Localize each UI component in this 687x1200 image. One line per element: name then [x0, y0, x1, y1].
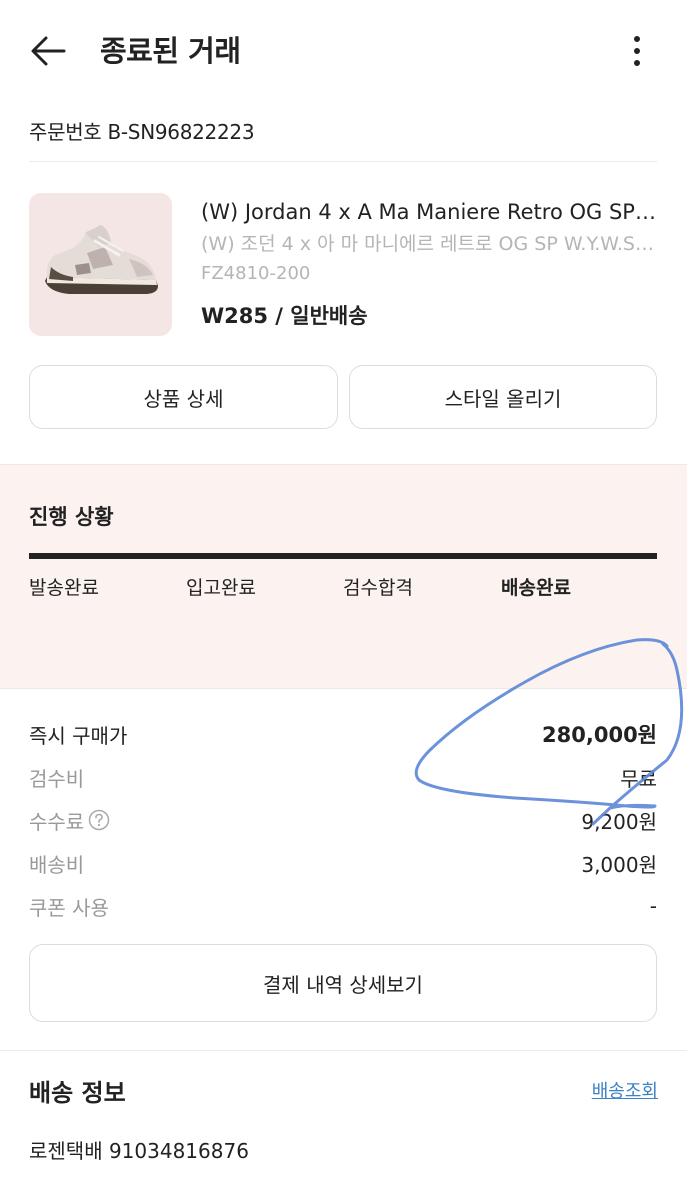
product-name-korean: (W) 조던 4 x 아 마 마니에르 레트로 OG SP W.Y.W.S 바이… [201, 233, 657, 255]
top-app-bar: 종료된 거래 [0, 0, 687, 104]
order-number-row: 주문번호 B-SN96822223 [29, 116, 657, 162]
progress-section: 진행 상황 발송완료 입고완료 검수합격 배송완료 [0, 464, 687, 689]
courier-tracking-number: 로젠택배 91034816876 [29, 1139, 249, 1163]
coupon-row: 쿠폰 사용 - [29, 889, 657, 923]
step-delivered: 배송완료 [501, 577, 571, 599]
instant-price-value: 280,000원 [542, 723, 657, 747]
payment-detail-button[interactable]: 결제 내역 상세보기 [29, 944, 657, 1022]
order-number: 주문번호 B-SN96822223 [29, 120, 255, 144]
shipping-fee-label: 배송비 [29, 852, 85, 877]
service-fee-row: 수수료 9,200원 [29, 803, 657, 837]
more-options-icon[interactable] [618, 30, 656, 72]
progress-bar [29, 553, 657, 559]
product-detail-button[interactable]: 상품 상세 [29, 365, 338, 429]
product-image[interactable] [29, 193, 172, 336]
inspection-fee-label: 검수비 [29, 766, 85, 791]
tracking-link[interactable]: 배송조회 [592, 1078, 658, 1106]
shipping-info-title: 배송 정보 [29, 1079, 126, 1107]
shipping-fee-value: 3,000원 [581, 852, 657, 877]
service-fee-label-wrap: 수수료 [29, 806, 110, 835]
coupon-value: - [649, 894, 657, 918]
coupon-label: 쿠폰 사용 [29, 895, 109, 920]
back-arrow-icon[interactable] [28, 30, 70, 72]
product-name: (W) Jordan 4 x A Ma Maniere Retro OG SP … [201, 200, 657, 224]
inspection-fee-value: 무료 [620, 766, 657, 791]
post-style-button[interactable]: 스타일 올리기 [349, 365, 657, 429]
progress-title: 진행 상황 [29, 505, 114, 529]
instant-price-row: 즉시 구매가 280,000원 [29, 717, 657, 751]
instant-price-label: 즉시 구매가 [29, 723, 128, 748]
shipping-fee-row: 배송비 3,000원 [29, 846, 657, 880]
service-fee-value: 9,200원 [581, 809, 657, 834]
product-size-shipping: W285 / 일반배송 [201, 304, 368, 328]
step-received: 입고완료 [186, 577, 256, 599]
inspection-fee-row: 검수비 무료 [29, 760, 657, 794]
step-inspection-passed: 검수합격 [343, 577, 413, 599]
step-shipped: 발송완료 [29, 577, 99, 599]
sneaker-image [45, 225, 158, 294]
service-fee-label: 수수료 [29, 809, 85, 834]
product-model-code: FZ4810-200 [201, 263, 311, 284]
page-title: 종료된 거래 [100, 34, 241, 68]
section-divider [0, 1050, 687, 1051]
help-question-icon[interactable] [88, 809, 110, 831]
